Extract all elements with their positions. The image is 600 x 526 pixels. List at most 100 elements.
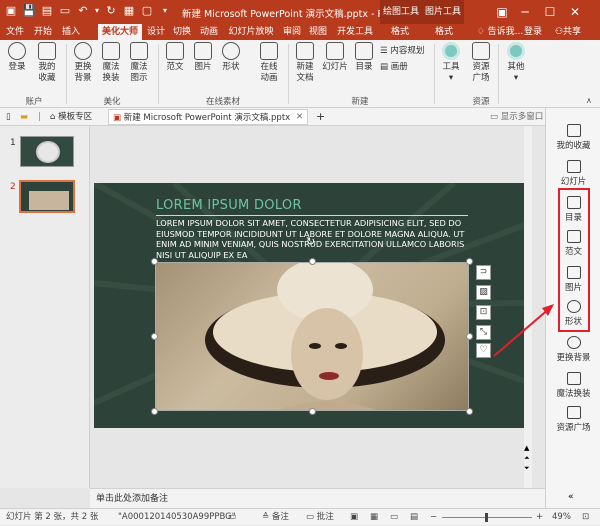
sidebar-image[interactable]: 图片	[546, 266, 600, 293]
tab-developer[interactable]: 开发工具	[334, 24, 376, 40]
notes-toggle[interactable]: ≙ 备注	[262, 509, 289, 526]
screen-icon[interactable]: ▢	[140, 4, 154, 18]
resize-handle[interactable]	[309, 408, 316, 415]
notes-pane[interactable]: 单击此处添加备注	[90, 488, 545, 508]
close-tab-icon[interactable]: ✕	[296, 109, 303, 125]
magic-restyle-button[interactable]: 魔法 换装	[98, 42, 124, 84]
rotate-handle-icon[interactable]: ↻	[306, 235, 315, 248]
template-button[interactable]: 范文	[163, 42, 187, 73]
online-shape-button[interactable]: 形状	[219, 42, 243, 73]
my-favorites-button[interactable]: 我的 收藏	[32, 42, 62, 84]
customize-icon[interactable]: ▾	[158, 4, 172, 18]
undo-dropdown-icon[interactable]: ▾	[90, 4, 104, 18]
share-button[interactable]: ⚇共享	[548, 24, 588, 40]
resize-handle[interactable]	[466, 258, 473, 265]
tab-insert[interactable]: 插入	[58, 24, 84, 40]
tab-beautify-master[interactable]: 美化大师	[98, 24, 142, 40]
slide-heading[interactable]: LOREM IPSUM DOLOR	[156, 198, 302, 213]
show-multi-window-button[interactable]: ▭ 显示多窗口	[490, 109, 543, 125]
prev-slide-icon[interactable]: ⏶	[524, 454, 530, 463]
file-icon[interactable]: ▤	[40, 4, 54, 18]
tab-design[interactable]: 设计	[144, 24, 168, 40]
new-document-button[interactable]: 新建 文档	[292, 42, 318, 84]
zoom-out-icon[interactable]: −	[430, 509, 437, 526]
resize-handle[interactable]	[309, 258, 316, 265]
scroll-up-icon[interactable]: ▲	[524, 444, 529, 452]
crop-icon[interactable]: ⊡	[476, 305, 491, 320]
tab-transitions[interactable]: 切换	[170, 24, 194, 40]
new-slide-button[interactable]: 幻灯片	[320, 42, 350, 73]
save-icon[interactable]: 💾	[22, 4, 36, 18]
tab-animations[interactable]: 动画	[196, 24, 222, 40]
content-plan-button[interactable]: ☰ 内容规划	[380, 46, 432, 57]
tab-review[interactable]: 审阅	[280, 24, 304, 40]
resize-handle[interactable]	[466, 333, 473, 340]
slide-2[interactable]: LOREM IPSUM DOLOR LOREM IPSUM DOLOR SIT …	[94, 183, 530, 428]
redo-icon[interactable]: ↻	[104, 4, 118, 18]
resize-handle[interactable]	[466, 408, 473, 415]
favorite-heart-icon[interactable]: ♡	[476, 343, 491, 358]
maximize-button[interactable]: ☐	[540, 2, 560, 22]
powerpoint-icon: ▣	[113, 113, 124, 123]
ribbon-display-icon[interactable]: ▣	[492, 2, 512, 22]
tab-format-drawing[interactable]: 格式	[382, 24, 418, 40]
sidebar-toc[interactable]: 目录	[546, 196, 600, 223]
comments-toggle[interactable]: ▭ 批注	[306, 509, 334, 526]
folder-icon[interactable]: ▭	[58, 4, 72, 18]
undo-icon[interactable]: ↶	[76, 4, 90, 18]
collapse-ribbon-icon[interactable]: ∧	[586, 96, 592, 105]
sidebar-resource-plaza[interactable]: 资源广场	[546, 406, 600, 433]
login-link[interactable]: 登录	[520, 24, 546, 40]
slide-thumbnail-1[interactable]	[20, 136, 74, 167]
layout-options-icon[interactable]: ⊃	[476, 265, 491, 280]
zoom-in-icon[interactable]: +	[536, 509, 543, 526]
slide-sorter-icon[interactable]: ▦	[370, 509, 378, 526]
zoom-level[interactable]: 49%	[552, 509, 571, 526]
tools-button[interactable]: 工具 ▾	[438, 42, 464, 84]
change-background-button[interactable]: 更换 背景	[70, 42, 96, 84]
resize-handle[interactable]	[151, 408, 158, 415]
magic-diagram-button[interactable]: 魔法 图示	[126, 42, 152, 84]
next-slide-icon[interactable]: ⏷	[524, 464, 530, 473]
template-zone-tab[interactable]: ⌂ 模板专区	[50, 109, 92, 125]
sidebar-slide[interactable]: 幻灯片	[546, 160, 600, 187]
resource-plaza-button[interactable]: 资源 广场	[468, 42, 494, 84]
language-icon[interactable]: ▭	[228, 509, 236, 526]
expand-icon[interactable]: ⤡	[476, 325, 491, 340]
folder-icon[interactable]: ▬	[20, 109, 28, 125]
tab-format-picture[interactable]: 格式	[426, 24, 462, 40]
close-button[interactable]: ✕	[565, 2, 585, 22]
list-icon	[355, 42, 373, 60]
online-animation-button[interactable]: 在线 动画	[256, 42, 282, 84]
fit-window-icon[interactable]: ⊡	[582, 509, 589, 526]
document-tab[interactable]: ▣ 新建 Microsoft PowerPoint 演示文稿.pptx	[108, 109, 308, 125]
other-button[interactable]: 其他 ▾	[503, 42, 529, 84]
tab-view[interactable]: 视图	[306, 24, 330, 40]
zoom-slider-thumb[interactable]	[485, 513, 488, 522]
tab-file[interactable]: 文件	[2, 24, 28, 40]
album-button[interactable]: ▤ 画册	[380, 62, 432, 73]
present-icon[interactable]: ▦	[122, 4, 136, 18]
slideshow-icon[interactable]: ▤	[410, 509, 418, 526]
login-button[interactable]: 登录	[4, 42, 30, 73]
slide-thumbnail-2[interactable]	[19, 180, 75, 213]
resize-handle[interactable]	[151, 258, 158, 265]
normal-view-icon[interactable]: ▣	[350, 509, 358, 526]
tab-slideshow[interactable]: 幻灯片放映	[226, 24, 276, 40]
image-replace-icon[interactable]: ▨	[476, 285, 491, 300]
new-tab-icon[interactable]: +	[316, 109, 325, 125]
sidebar-template[interactable]: 范文	[546, 230, 600, 257]
file-icon[interactable]: ▯	[6, 109, 11, 125]
tab-home[interactable]: 开始	[30, 24, 56, 40]
minimize-button[interactable]: ─	[515, 2, 535, 22]
expand-sidebar-icon[interactable]: «	[568, 492, 574, 502]
album-icon: ▤	[380, 62, 391, 72]
online-image-button[interactable]: 图片	[191, 42, 215, 73]
group-separator	[498, 44, 499, 104]
notes-icon: ≙	[262, 512, 272, 522]
reading-view-icon[interactable]: ▭	[390, 509, 398, 526]
resize-handle[interactable]	[151, 333, 158, 340]
sidebar-magic-restyle[interactable]: 魔法换装	[546, 372, 600, 399]
toc-button[interactable]: 目录	[352, 42, 376, 73]
sidebar-favorites[interactable]: 我的收藏	[546, 124, 600, 151]
